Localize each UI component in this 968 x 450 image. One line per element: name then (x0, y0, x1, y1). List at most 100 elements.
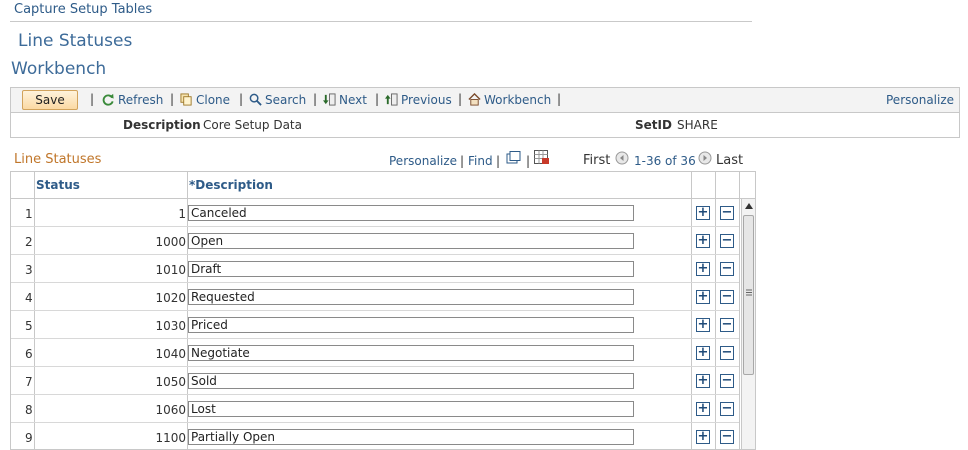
add-row-button[interactable]: + (696, 402, 710, 416)
add-row-button[interactable]: + (696, 374, 710, 388)
toolbar-separator: | (375, 92, 380, 106)
row-number: 5 (25, 319, 33, 333)
delete-row-button[interactable]: − (720, 262, 734, 276)
table-row: 9 1100 +− (11, 423, 739, 449)
breadcrumb-divider (10, 21, 752, 22)
toolbar-separator: | (90, 92, 95, 106)
status-cell: 1060 (155, 403, 186, 417)
row-number: 7 (25, 375, 33, 389)
status-cell: 1040 (155, 347, 186, 361)
refresh-button[interactable]: Refresh (102, 93, 163, 107)
table-row: 4 1020 +− (11, 283, 739, 311)
previous-page-icon[interactable] (615, 151, 629, 165)
delete-row-button[interactable]: − (720, 430, 734, 444)
delete-row-button[interactable]: − (720, 374, 734, 388)
toolbar-separator: | (170, 92, 175, 106)
table-row: 1 1 +− (11, 199, 739, 227)
workbench-button[interactable]: Workbench (468, 93, 551, 107)
description-input[interactable] (188, 205, 634, 221)
table-row: 8 1060 +− (11, 395, 739, 423)
toolbar-separator: | (458, 92, 463, 106)
row-number: 1 (25, 207, 33, 221)
grid-find-link[interactable]: Find (468, 154, 493, 168)
add-row-button[interactable]: + (696, 262, 710, 276)
first-link[interactable]: First (583, 153, 610, 168)
table-row: 2 1000 +− (11, 227, 739, 255)
add-row-button[interactable]: + (696, 234, 710, 248)
grid-personalize-link[interactable]: Personalize (389, 154, 457, 168)
delete-row-button[interactable]: − (720, 206, 734, 220)
description-input[interactable] (188, 373, 634, 389)
grid-separator: | (526, 154, 531, 168)
delete-row-button[interactable]: − (720, 402, 734, 416)
status-cell: 1020 (155, 291, 186, 305)
grid-separator: | (496, 154, 501, 168)
table-row: 6 1040 +− (11, 339, 739, 367)
toolbar-separator: | (313, 92, 318, 106)
row-number: 6 (25, 347, 33, 361)
grid-column-header-row (11, 172, 755, 199)
add-row-button[interactable]: + (696, 318, 710, 332)
last-link[interactable]: Last (716, 153, 743, 168)
description-input[interactable] (188, 345, 634, 361)
toolbar-separator: | (239, 92, 244, 106)
toolbar-separator: | (557, 92, 562, 106)
description-input[interactable] (188, 233, 634, 249)
description-input[interactable] (188, 261, 634, 277)
table-row: 3 1010 +− (11, 255, 739, 283)
column-header-status[interactable]: Status (36, 172, 80, 198)
grid-title: Line Statuses (14, 152, 102, 167)
delete-row-button[interactable]: − (720, 346, 734, 360)
row-range: 1-36 of 36 (634, 154, 696, 168)
page-title: Line Statuses (18, 31, 133, 51)
clone-button[interactable]: Clone (180, 93, 230, 107)
scrollbar-thumb[interactable] (743, 215, 754, 375)
row-number: 4 (25, 291, 33, 305)
setid-label: SetID (635, 118, 672, 132)
table-row: 7 1050 +− (11, 367, 739, 395)
status-cell: 1030 (155, 319, 186, 333)
description-input[interactable] (188, 317, 634, 333)
row-number: 8 (25, 403, 33, 417)
description-input[interactable] (188, 289, 634, 305)
delete-row-button[interactable]: − (720, 290, 734, 304)
add-row-button[interactable]: + (696, 290, 710, 304)
description-value: Core Setup Data (203, 118, 302, 132)
add-row-button[interactable]: + (696, 346, 710, 360)
add-row-button[interactable]: + (696, 206, 710, 220)
grid-separator: | (460, 154, 465, 168)
status-cell: 1100 (155, 431, 186, 445)
refresh-icon (102, 93, 114, 106)
description-input[interactable] (188, 429, 634, 445)
description-input[interactable] (188, 401, 634, 417)
row-number: 2 (25, 235, 33, 249)
previous-button[interactable]: Previous (385, 93, 452, 107)
toolbar: Save | Refresh | Clone | Search | Next |… (10, 87, 960, 113)
save-button[interactable]: Save (22, 90, 78, 110)
row-number: 3 (25, 263, 33, 277)
next-button[interactable]: Next (323, 93, 367, 107)
delete-row-button[interactable]: − (720, 318, 734, 332)
delete-row-button[interactable]: − (720, 234, 734, 248)
clone-icon (180, 93, 192, 106)
setid-value: SHARE (677, 118, 718, 132)
row-number: 9 (25, 431, 33, 445)
toolbar-personalize-link[interactable]: Personalize (886, 93, 954, 107)
breadcrumb-link[interactable]: Capture Setup Tables (14, 2, 152, 17)
grid-divider (739, 172, 740, 449)
search-button[interactable]: Search (249, 93, 306, 107)
table-row: 5 1030 +− (11, 311, 739, 339)
column-header-description[interactable]: *Description (189, 172, 273, 198)
status-cell: 1010 (155, 263, 186, 277)
view-all-icon[interactable] (506, 151, 521, 164)
previous-icon (385, 93, 398, 106)
scroll-up-icon[interactable] (745, 203, 753, 209)
status-cell: 1050 (155, 375, 186, 389)
status-cell: 1 (178, 207, 186, 221)
grid-scrollbar[interactable] (741, 199, 755, 449)
search-icon (249, 93, 262, 106)
download-grid-icon[interactable] (534, 150, 550, 165)
add-row-button[interactable]: + (696, 430, 710, 444)
description-label: Description (123, 118, 201, 132)
next-page-icon[interactable] (698, 151, 712, 165)
